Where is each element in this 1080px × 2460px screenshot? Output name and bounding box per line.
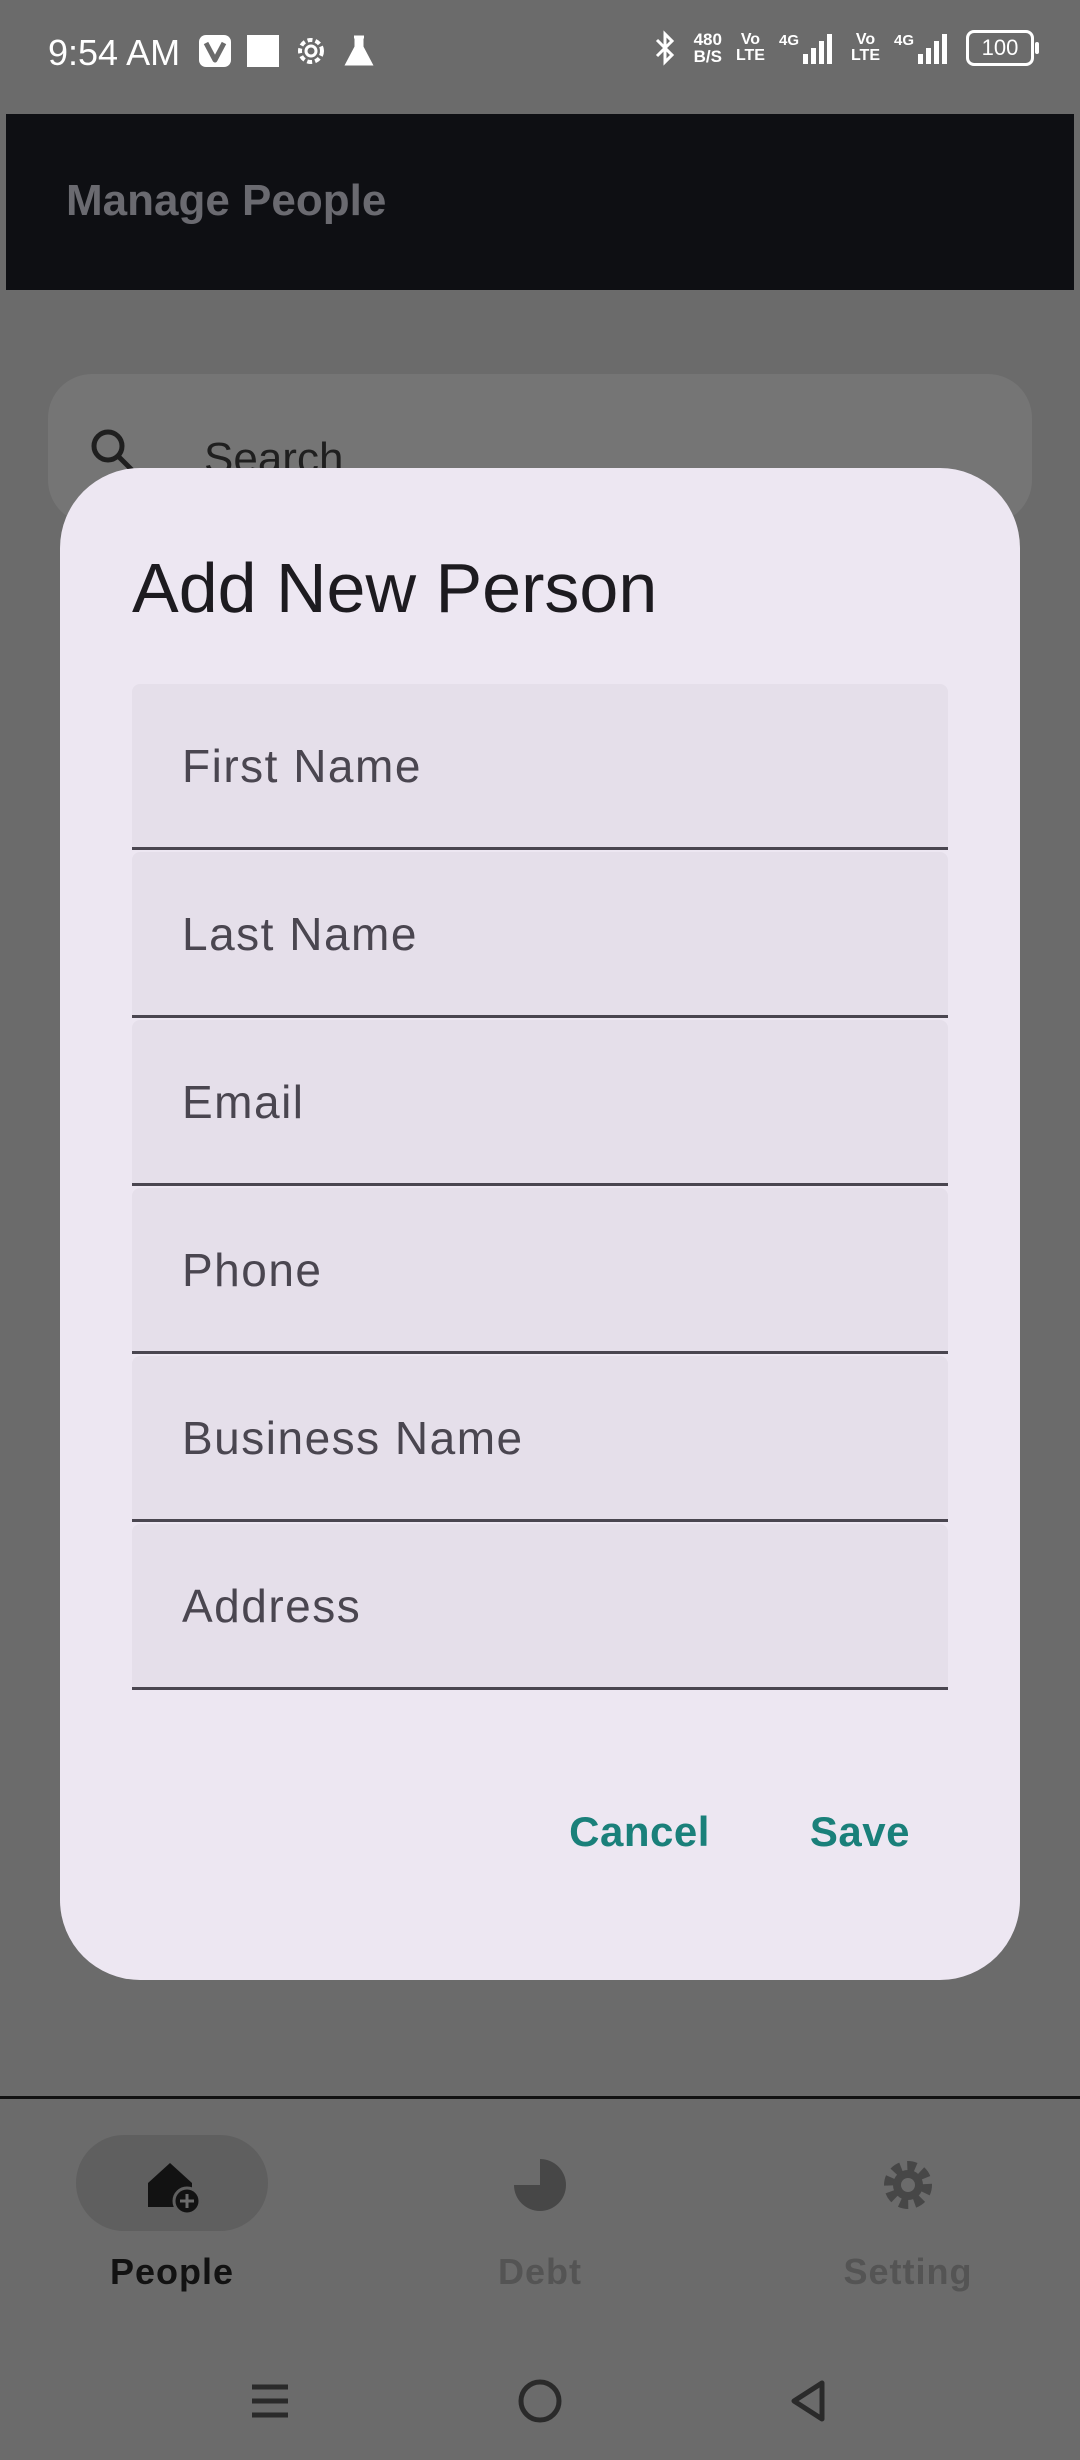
svg-text:4G: 4G [779, 32, 799, 49]
battery-indicator: 100 [966, 30, 1039, 66]
signal-4g-icon: 4G [779, 32, 832, 64]
dialog-title: Add New Person [132, 549, 658, 627]
notification-icons [198, 34, 376, 68]
last-name-input[interactable] [132, 852, 948, 1015]
status-right-icons: 480 B/S Vo LTE 4G Vo LTE 4G 100 [650, 30, 1039, 66]
status-time: 9:54 AM [48, 32, 181, 73]
bottom-navigation: People Debt Setting [0, 2099, 1080, 2345]
nav-item-debt[interactable]: Debt [410, 2135, 670, 2315]
home-circle-icon[interactable] [510, 2371, 570, 2431]
dialog-actions: Cancel Save [569, 1808, 910, 1856]
business-name-input[interactable] [132, 1356, 948, 1519]
status-bar: 9:54 AM 480 B/S Vo LTE 4G Vo LTE 4G 100 [0, 0, 1080, 110]
nav-label-debt: Debt [498, 2251, 582, 2292]
first-name-input[interactable] [132, 684, 948, 847]
nav-item-people[interactable]: People [42, 2135, 302, 2315]
network-speed: 480 B/S [693, 30, 722, 66]
svg-text:4G: 4G [894, 32, 914, 49]
email-input[interactable] [132, 1020, 948, 1183]
signal-4g-icon: 4G [894, 32, 947, 64]
settings-gear-icon [298, 38, 324, 64]
flask-icon [344, 35, 374, 66]
phone-input[interactable] [132, 1188, 948, 1351]
square-notification-icon [247, 35, 279, 67]
nav-label-setting: Setting [843, 2251, 973, 2292]
volte-badge-2: Vo LTE [850, 31, 880, 64]
phone-field[interactable] [132, 1188, 948, 1354]
address-field[interactable] [132, 1524, 948, 1690]
nav-label-people: People [109, 2251, 235, 2292]
first-name-field[interactable] [132, 684, 948, 850]
business-name-field[interactable] [132, 1356, 948, 1522]
menu-icon[interactable] [240, 2371, 300, 2431]
pie-chart-icon [514, 2159, 566, 2211]
nav-item-setting[interactable]: Setting [778, 2135, 1038, 2315]
back-triangle-icon[interactable] [780, 2371, 840, 2431]
email-field[interactable] [132, 1020, 948, 1186]
gear-icon [884, 2161, 932, 2209]
app-bar: Manage People [6, 114, 1074, 290]
page-title: Manage People [66, 176, 387, 225]
add-person-dialog: Add New Person Cancel Save [60, 468, 1020, 1980]
vivaldi-icon [199, 35, 231, 67]
bluetooth-icon [655, 30, 674, 66]
volte-badge-1: Vo LTE [735, 31, 765, 64]
save-button[interactable]: Save [810, 1808, 910, 1856]
system-navigation-bar [0, 2345, 1080, 2460]
cancel-button[interactable]: Cancel [569, 1808, 710, 1856]
address-input[interactable] [132, 1524, 948, 1687]
home-add-icon [148, 2163, 202, 2215]
last-name-field[interactable] [132, 852, 948, 1018]
